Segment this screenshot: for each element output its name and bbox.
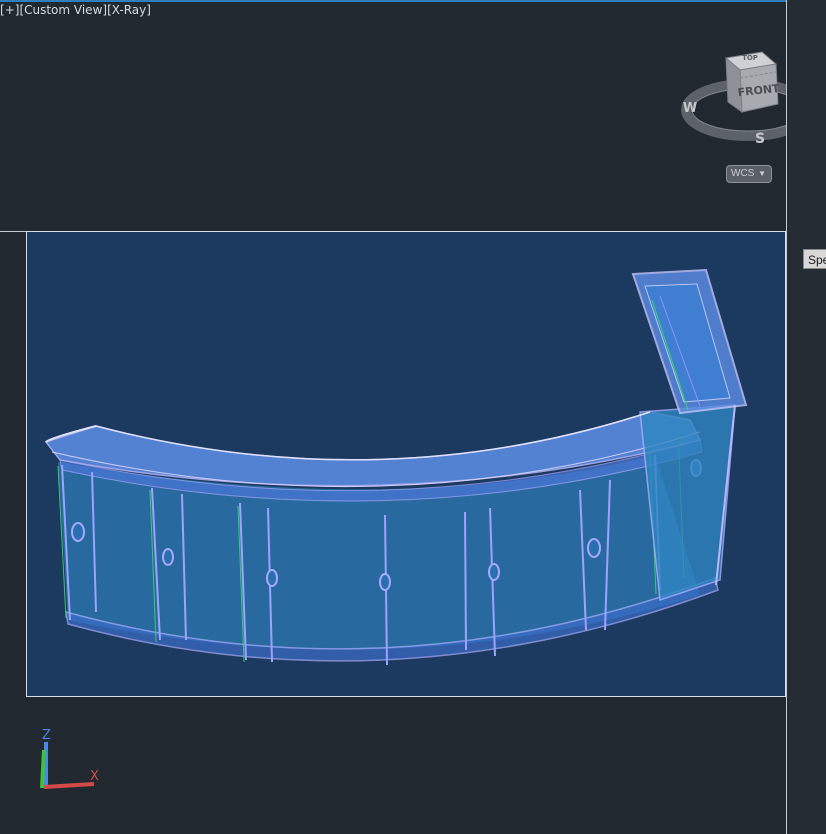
autocad-drawing-area[interactable]: [+][Custom View][X-Ray] TOP FRONT W S E …	[0, 0, 826, 834]
ucs-z-label: Z	[42, 728, 51, 743]
viewport-menu-button[interactable]: +	[5, 3, 15, 17]
view-mode-menu[interactable]: [Custom View]	[19, 3, 107, 17]
viewport-controls: [+][Custom View][X-Ray]	[0, 3, 151, 17]
ucs-x-label: X	[90, 769, 99, 784]
tooltip: Spe	[803, 249, 826, 269]
wcs-menu-button[interactable]: WCS ▼	[726, 165, 772, 183]
visual-style-menu[interactable]: [X-Ray]	[107, 3, 151, 17]
viewcube-top-label[interactable]: TOP	[742, 54, 758, 62]
window-top-border	[0, 0, 826, 2]
compass-south-label[interactable]: S	[755, 131, 765, 147]
compass-west-label[interactable]: W	[683, 101, 697, 116]
xray-3d-model[interactable]	[26, 231, 786, 697]
adjacent-viewport	[787, 0, 826, 834]
ucs-icon[interactable]: Z X	[34, 726, 110, 792]
wcs-label: WCS	[731, 168, 755, 179]
chevron-down-icon: ▼	[758, 169, 766, 178]
selection-window[interactable]	[26, 231, 786, 697]
